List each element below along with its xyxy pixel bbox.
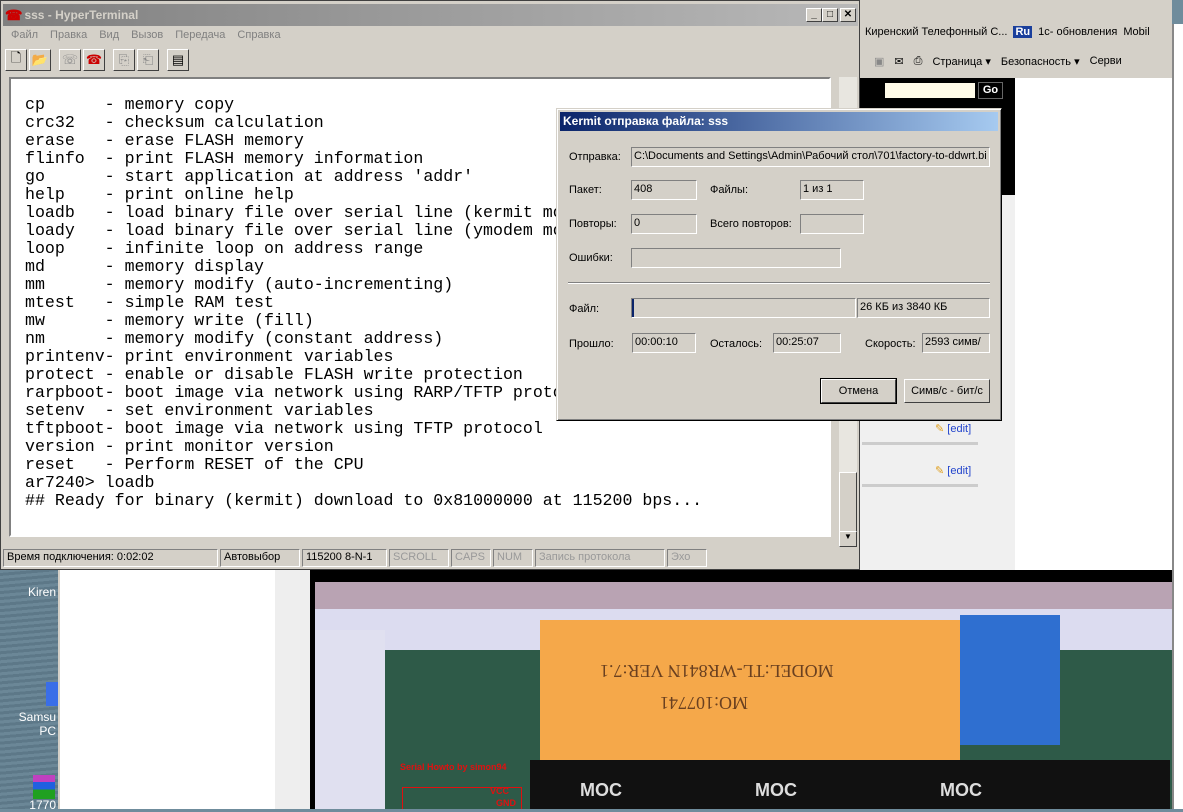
menu-view[interactable]: Вид	[93, 29, 125, 41]
title-bar[interactable]: ☎ sss - HyperTerminal _ □ ✕	[3, 4, 858, 26]
packet-field: 408	[631, 180, 697, 200]
status-echo: Эхо	[667, 549, 707, 567]
properties-icon[interactable]: ▤	[167, 49, 189, 71]
gnd-label: GND	[496, 798, 516, 808]
winrar-icon[interactable]	[33, 775, 55, 799]
elapsed-label: Прошло:	[569, 338, 614, 350]
favorite-link[interactable]: Mobil	[1123, 26, 1149, 38]
pencil-icon: ✎	[935, 465, 945, 477]
edit-link[interactable]: ✎ [edit]	[935, 422, 971, 435]
receive-icon[interactable]: ⎗	[137, 49, 159, 71]
orange-label: MODEL:TL-WR841N VER:7.1 MO:107741	[540, 620, 960, 760]
router-photo: MODEL:TL-WR841N VER:7.1 MO:107741 MOC MO…	[310, 570, 1172, 809]
new-icon[interactable]: 🗋	[5, 49, 27, 71]
send-label: Отправка:	[569, 151, 621, 163]
feeds-icon[interactable]: ▣	[874, 55, 884, 68]
window-title: sss - HyperTerminal	[24, 8, 139, 22]
tools-menu[interactable]: Серви	[1090, 55, 1122, 67]
favorites-bar: Киренский Телефонный С... Ru 1с- обновле…	[860, 20, 1172, 44]
total-retries-field	[800, 214, 864, 234]
minimize-button[interactable]: _	[806, 8, 822, 22]
desktop-icon-label[interactable]: Kiren	[28, 585, 56, 599]
speed-label: Скорость:	[865, 338, 916, 350]
phone-icon: ☎	[5, 6, 23, 23]
dial-icon[interactable]: ☎	[83, 49, 105, 71]
vcc-label: VCC	[490, 786, 510, 796]
status-num: NUM	[493, 549, 533, 567]
menu-bar: Файл Правка Вид Вызов Передача Справка	[5, 29, 287, 41]
kermit-send-dialog: Kermit отправка файла: sss Отправка: C:\…	[556, 108, 1002, 421]
status-bar: Время подключения: 0:02:02 Автовыбор 115…	[3, 549, 858, 567]
desktop: Kiren Samsu PC 1770	[0, 570, 58, 812]
file-label: Файл:	[569, 303, 600, 315]
scroll-thumb[interactable]	[839, 472, 857, 532]
print-icon[interactable]: ⎙	[914, 55, 923, 68]
errors-field	[631, 248, 841, 268]
maximize-button[interactable]: □	[822, 8, 838, 22]
packet-label: Пакет:	[569, 184, 602, 196]
shortcut-icon[interactable]	[46, 682, 58, 706]
disconnect-icon[interactable]: ☏	[59, 49, 81, 71]
total-retries-label: Всего повторов:	[710, 218, 792, 230]
status-capture: Запись протокола	[535, 549, 665, 567]
files-label: Файлы:	[710, 184, 749, 196]
annotation: Serial Howto by simon94	[400, 762, 507, 772]
units-toggle-button[interactable]: Симв/с - бит/с	[904, 379, 990, 403]
menu-call[interactable]: Вызов	[125, 29, 169, 41]
open-icon[interactable]: 📂	[29, 49, 51, 71]
divider	[568, 282, 990, 284]
menu-edit[interactable]: Правка	[44, 29, 93, 41]
remaining-label: Осталось:	[710, 338, 763, 350]
desktop-icon-label[interactable]: Samsu PC	[0, 710, 56, 738]
side-window	[1172, 24, 1183, 809]
retries-field: 0	[631, 214, 697, 234]
file-size-field: 26 КБ из 3840 КБ	[857, 298, 990, 318]
edit-link[interactable]: ✎ [edit]	[935, 464, 971, 477]
send-path-field: C:\Documents and Settings\Admin\Рабочий …	[631, 147, 990, 167]
status-detect: Автовыбор	[220, 549, 300, 567]
errors-label: Ошибки:	[569, 252, 613, 264]
cancel-button[interactable]: Отмена	[820, 378, 897, 404]
dialog-title[interactable]: Kermit отправка файла: sss	[560, 112, 998, 131]
desktop-icon-label[interactable]: 1770	[29, 798, 56, 812]
status-caps: CAPS	[451, 549, 491, 567]
retries-label: Повторы:	[569, 218, 617, 230]
search-input[interactable]	[885, 83, 975, 98]
mail-icon[interactable]: ✉	[894, 55, 903, 68]
scroll-down-button[interactable]: ▼	[839, 531, 857, 547]
menu-file[interactable]: Файл	[5, 29, 44, 41]
speed-field: 2593 симв/	[922, 333, 990, 353]
status-scroll: SCROLL	[389, 549, 449, 567]
command-bar: ▣ ✉ ⎙ Страница ▾ Безопасность ▾ Серви	[860, 50, 1172, 72]
file-progress-bar	[631, 298, 856, 318]
page-menu[interactable]: Страница ▾	[932, 55, 990, 68]
go-button[interactable]: Go	[978, 82, 1003, 99]
toolbar: 🗋 📂 ☏ ☎ ⎘ ⎗ ▤	[5, 49, 189, 71]
status-connected: Время подключения: 0:02:02	[3, 549, 218, 567]
favorite-link[interactable]: 1с- обновления	[1038, 26, 1117, 38]
elapsed-field: 00:00:10	[632, 333, 696, 353]
send-icon[interactable]: ⎘	[113, 49, 135, 71]
status-port: 115200 8-N-1	[302, 549, 387, 567]
files-field: 1 из 1	[800, 180, 864, 200]
ru-icon: Ru	[1013, 26, 1033, 38]
favorite-link[interactable]: Киренский Телефонный С...	[865, 26, 1007, 38]
close-button[interactable]: ✕	[840, 8, 856, 22]
menu-help[interactable]: Справка	[231, 29, 286, 41]
remaining-field: 00:25:07	[773, 333, 841, 353]
security-menu[interactable]: Безопасность ▾	[1001, 55, 1080, 68]
pencil-icon: ✎	[935, 423, 945, 435]
menu-transfer[interactable]: Передача	[169, 29, 231, 41]
